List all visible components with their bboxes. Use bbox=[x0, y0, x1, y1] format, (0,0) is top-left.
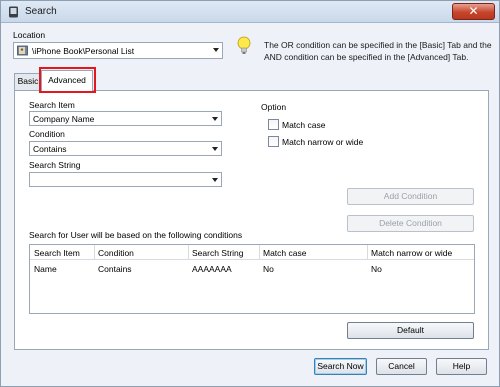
match-narrow-wide-label: Match narrow or wide bbox=[282, 137, 364, 147]
location-label: Location bbox=[13, 30, 46, 40]
conditions-table-header: Search Item Condition Search String Matc… bbox=[30, 245, 474, 260]
title-bar[interactable]: Search ✕ bbox=[1, 1, 499, 23]
chevron-down-icon bbox=[213, 48, 219, 52]
tab-highlight-annotation bbox=[39, 67, 96, 93]
default-button[interactable]: Default bbox=[347, 322, 474, 339]
search-string-label: Search String bbox=[29, 160, 81, 170]
column-divider[interactable] bbox=[94, 245, 95, 260]
search-item-value: Company Name bbox=[33, 114, 95, 124]
condition-label: Condition bbox=[29, 129, 65, 139]
chevron-down-icon bbox=[212, 117, 218, 121]
conditions-table[interactable]: Search Item Condition Search String Matc… bbox=[29, 244, 475, 314]
match-case-label: Match case bbox=[282, 120, 326, 130]
search-string-input[interactable] bbox=[29, 172, 222, 187]
match-narrow-wide-checkbox[interactable] bbox=[268, 136, 279, 147]
table-row[interactable]: Name Contains AAAAAAA No No bbox=[30, 261, 474, 277]
table-cell: Contains bbox=[98, 264, 132, 274]
help-button[interactable]: Help bbox=[436, 358, 487, 375]
app-phone-icon bbox=[9, 6, 18, 18]
column-divider[interactable] bbox=[259, 245, 260, 260]
column-divider[interactable] bbox=[367, 245, 368, 260]
info-message: The OR condition can be specified in the… bbox=[264, 40, 492, 62]
column-header[interactable]: Search String bbox=[192, 248, 244, 258]
close-icon: ✕ bbox=[468, 4, 479, 18]
table-cell: No bbox=[263, 264, 274, 274]
column-header[interactable]: Match case bbox=[263, 248, 306, 258]
delete-condition-button[interactable]: Delete Condition bbox=[347, 215, 474, 232]
table-cell: No bbox=[371, 264, 382, 274]
close-button[interactable]: ✕ bbox=[452, 3, 495, 20]
location-select[interactable]: \iPhone Book\Personal List bbox=[13, 42, 223, 59]
lightbulb-icon bbox=[237, 36, 251, 54]
column-header[interactable]: Search Item bbox=[34, 248, 80, 258]
match-case-checkbox[interactable] bbox=[268, 119, 279, 130]
cancel-button[interactable]: Cancel bbox=[376, 358, 427, 375]
column-header[interactable]: Condition bbox=[98, 248, 134, 258]
search-dialog: Search ✕ Location \iPhone Book\Personal … bbox=[0, 0, 500, 387]
column-header[interactable]: Match narrow or wide bbox=[371, 248, 452, 258]
condition-value: Contains bbox=[33, 144, 67, 154]
table-cell: Name bbox=[34, 264, 57, 274]
table-cell: AAAAAAA bbox=[192, 264, 232, 274]
option-title: Option bbox=[261, 102, 287, 112]
tab-basic[interactable]: Basic bbox=[14, 73, 42, 90]
search-item-select[interactable]: Company Name bbox=[29, 111, 222, 126]
chevron-down-icon bbox=[212, 178, 218, 182]
add-condition-button[interactable]: Add Condition bbox=[347, 188, 474, 205]
column-divider[interactable] bbox=[188, 245, 189, 260]
location-value: \iPhone Book\Personal List bbox=[32, 46, 135, 56]
chevron-down-icon bbox=[212, 147, 218, 151]
window-title: Search bbox=[25, 6, 57, 17]
search-item-label: Search Item bbox=[29, 100, 75, 110]
address-book-icon bbox=[17, 45, 28, 56]
condition-select[interactable]: Contains bbox=[29, 141, 222, 156]
search-now-button[interactable]: Search Now bbox=[314, 358, 367, 375]
conditions-caption: Search for User will be based on the fol… bbox=[29, 230, 243, 240]
